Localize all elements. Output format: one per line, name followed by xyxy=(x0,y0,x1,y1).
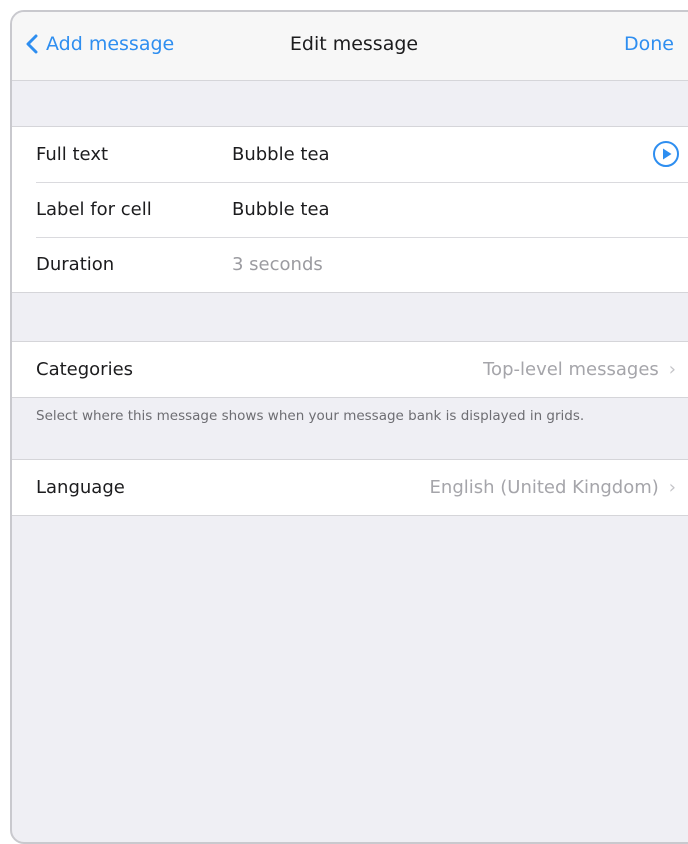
duration-label: Duration xyxy=(36,254,115,275)
language-group: Language English (United Kingdom) › xyxy=(12,459,688,516)
chevron-right-icon: › xyxy=(668,359,676,380)
categories-footer-note: Select where this message shows when you… xyxy=(36,408,585,424)
play-icon[interactable] xyxy=(652,140,680,168)
language-value: English (United Kingdom) xyxy=(429,477,659,498)
page-title: Edit message xyxy=(289,33,419,55)
full-text-row[interactable]: Full text Bubble tea xyxy=(12,127,688,182)
full-text-value[interactable]: Bubble tea xyxy=(232,144,330,165)
chevron-right-icon: › xyxy=(668,477,676,498)
app-window: Add message Edit message Done Full text … xyxy=(10,10,688,844)
categories-group: Categories Top-level messages › xyxy=(12,341,688,398)
message-fields-group: Full text Bubble tea Label for cell Bubb… xyxy=(12,126,688,293)
categories-label: Categories xyxy=(36,359,134,380)
duration-row[interactable]: Duration 3 seconds xyxy=(12,237,688,292)
categories-value: Top-level messages xyxy=(483,359,659,380)
label-for-cell-label: Label for cell xyxy=(36,199,152,220)
categories-row[interactable]: Categories Top-level messages › xyxy=(12,342,688,397)
full-text-label: Full text xyxy=(36,144,109,165)
label-for-cell-row[interactable]: Label for cell Bubble tea xyxy=(12,182,688,237)
language-row[interactable]: Language English (United Kingdom) › xyxy=(12,460,688,515)
done-button[interactable]: Done xyxy=(624,33,674,55)
duration-value[interactable]: 3 seconds xyxy=(232,254,323,275)
navigation-bar: Add message Edit message Done xyxy=(12,12,688,81)
label-for-cell-value[interactable]: Bubble tea xyxy=(232,199,330,220)
language-label: Language xyxy=(36,477,125,498)
